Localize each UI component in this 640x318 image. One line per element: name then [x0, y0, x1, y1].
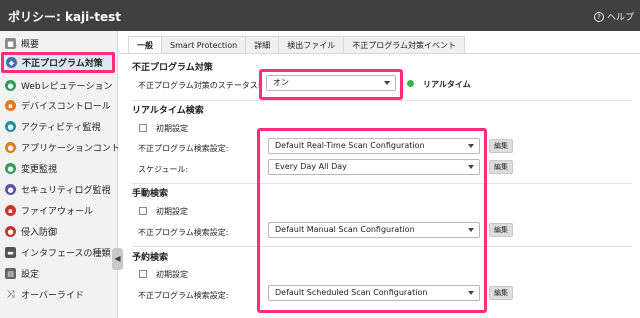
sidebar-item-intrusion-prevention[interactable]: ● 侵入防御: [0, 221, 118, 242]
schedule-value: Every Day All Day: [275, 162, 347, 171]
schedule-edit-button[interactable]: 編集: [489, 160, 513, 174]
scheduled-config-select[interactable]: Default Scheduled Scan Configuration: [268, 285, 480, 301]
integrity-icon: ●: [5, 163, 16, 174]
chevron-down-icon: [468, 291, 474, 295]
sidebar-item-device-control[interactable]: ▪ デバイスコントロール: [0, 95, 118, 116]
realtime-config-value: Default Real-Time Scan Configuration: [275, 141, 425, 150]
sidebar-item-activity-monitoring[interactable]: ● アクティビティ監視: [0, 116, 118, 137]
divider: [132, 100, 632, 101]
tab-identified-files[interactable]: 検出ファイル: [279, 36, 345, 54]
sidebar-item-label: 設定: [21, 270, 40, 280]
help-link[interactable]: ? ヘルプ: [593, 10, 634, 23]
chevron-down-icon: [468, 165, 474, 169]
realtime-inherit-checkbox[interactable]: [139, 124, 147, 132]
tab-general[interactable]: 一般: [128, 36, 162, 54]
divider: [132, 183, 632, 184]
manual-inherit-label: 初期設定: [156, 207, 188, 216]
sidebar-item-label: 変更監視: [21, 165, 58, 175]
realtime-config-label: 不正プログラム検索設定:: [138, 144, 229, 153]
manual-config-value: Default Manual Scan Configuration: [275, 225, 415, 234]
tab-anti-malware-events[interactable]: 不正プログラム対策イベント: [344, 36, 465, 54]
status-label: 不正プログラム対策のステータス:: [138, 81, 261, 90]
sidebar-item-anti-malware[interactable]: ◆ 不正プログラム対策: [1, 52, 115, 73]
sidebar-item-settings[interactable]: ▤ 設定: [0, 263, 118, 284]
sidebar-item-label: デバイスコントロール: [21, 102, 111, 112]
scheduled-inherit-checkbox[interactable]: [139, 270, 147, 278]
help-icon: ?: [593, 11, 604, 22]
window-title: ポリシー: kaji-test: [8, 10, 122, 24]
status-select[interactable]: オン: [266, 75, 396, 91]
tab-smart-protection[interactable]: Smart Protection: [162, 36, 247, 54]
sidebar-item-label: 不正プログラム対策: [22, 59, 103, 69]
help-label: ヘルプ: [606, 13, 634, 23]
globe-icon: ●: [5, 80, 16, 91]
title-bar: ポリシー: kaji-test ? ヘルプ: [0, 0, 640, 31]
device-icon: ▪: [5, 100, 16, 111]
manual-config-edit-button[interactable]: 編集: [489, 223, 513, 237]
sidebar-item-log-inspection[interactable]: ● セキュリティログ監視: [0, 179, 118, 200]
collapse-sidebar-button[interactable]: ◀: [112, 248, 123, 270]
overview-icon: ■: [5, 38, 16, 49]
chevron-down-icon: [384, 81, 390, 85]
schedule-label: スケジュール:: [138, 165, 189, 174]
firewall-icon: ▪: [5, 205, 16, 216]
sidebar-item-label: 概要: [21, 40, 40, 50]
intrusion-icon: ●: [5, 226, 16, 237]
scheduled-config-value: Default Scheduled Scan Configuration: [275, 288, 428, 297]
realtime-inherit-label: 初期設定: [156, 124, 188, 133]
sidebar-item-integrity-monitoring[interactable]: ● 変更監視: [0, 158, 118, 179]
sidebar-item-label: アプリケーションコント: [21, 144, 118, 154]
log-inspection-icon: ●: [5, 184, 16, 195]
tab-bar: 一般 Smart Protection 詳細 検出ファイル 不正プログラム対策イ…: [128, 36, 465, 54]
section-heading-realtime: リアルタイム検索: [132, 106, 204, 116]
sidebar-item-label: セキュリティログ監視: [21, 186, 111, 196]
chevron-down-icon: [468, 144, 474, 148]
interface-icon: ▬: [5, 247, 16, 258]
sidebar: ■ 概要 ◆ 不正プログラム対策 ● Webレピュテーション ▪ デバイスコント…: [0, 31, 118, 318]
manual-config-select[interactable]: Default Manual Scan Configuration: [268, 222, 480, 238]
scheduled-config-label: 不正プログラム検索設定:: [138, 291, 229, 300]
realtime-config-edit-button[interactable]: 編集: [489, 139, 513, 153]
sidebar-item-label: オーバーライド: [21, 291, 84, 301]
settings-icon: ▤: [5, 268, 16, 279]
scheduled-inherit-label: 初期設定: [156, 270, 188, 279]
status-select-value: オン: [273, 78, 289, 87]
sidebar-item-overview[interactable]: ■ 概要: [0, 33, 118, 54]
schedule-select[interactable]: Every Day All Day: [268, 159, 480, 175]
shield-icon: ◆: [6, 57, 17, 68]
sidebar-item-label: アクティビティ監視: [21, 123, 101, 133]
sidebar-item-label: 侵入防御: [21, 228, 58, 238]
override-icon: ⤨: [6, 289, 15, 300]
sidebar-item-web-reputation[interactable]: ● Webレピュテーション: [0, 75, 118, 96]
tab-underline: [120, 53, 640, 54]
sidebar-item-label: ファイアウォール: [21, 207, 94, 217]
realtime-config-select[interactable]: Default Real-Time Scan Configuration: [268, 138, 480, 154]
sidebar-item-application-control[interactable]: ● アプリケーションコント: [0, 137, 118, 158]
activity-icon: ●: [5, 121, 16, 132]
manual-inherit-checkbox[interactable]: [139, 207, 147, 215]
scheduled-config-edit-button[interactable]: 編集: [489, 286, 513, 300]
section-heading-anti-malware: 不正プログラム対策: [132, 63, 213, 73]
sidebar-item-label: Webレピュテーション: [21, 82, 113, 92]
sidebar-item-label: インタフェースの種類: [21, 249, 111, 259]
tab-advanced[interactable]: 詳細: [246, 36, 280, 54]
sidebar-item-interface-types[interactable]: ▬ インタフェースの種類: [0, 242, 118, 263]
sidebar-item-overrides[interactable]: ⤨ オーバーライド: [0, 284, 118, 305]
manual-config-label: 不正プログラム検索設定:: [138, 228, 229, 237]
chevron-down-icon: [468, 228, 474, 232]
section-heading-scheduled: 予約検索: [132, 253, 169, 263]
section-heading-manual: 手動検索: [132, 189, 169, 199]
status-mode-text: リアルタイム: [423, 80, 471, 89]
status-on-dot: [407, 80, 414, 87]
divider: [132, 246, 632, 247]
sidebar-item-firewall[interactable]: ▪ ファイアウォール: [0, 200, 118, 221]
app-control-icon: ●: [5, 142, 16, 153]
